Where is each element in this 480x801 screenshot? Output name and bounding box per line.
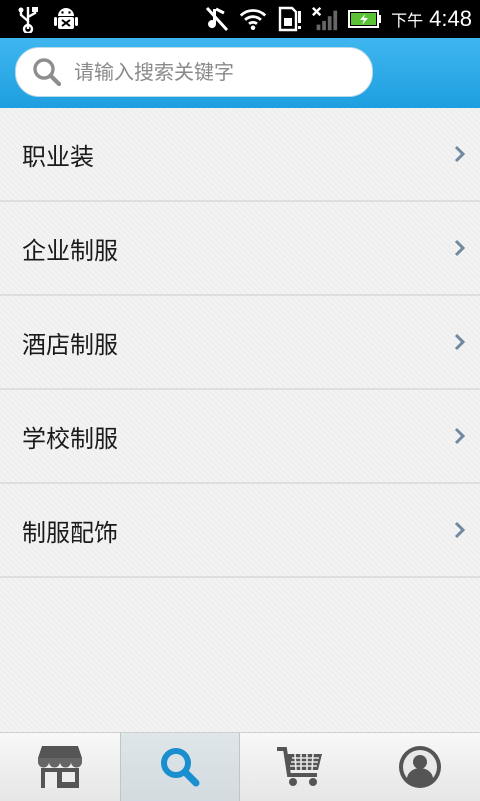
clock-time: 4:48: [429, 6, 472, 31]
battery-charging-icon: [347, 4, 383, 34]
tab-account[interactable]: [360, 733, 480, 801]
header-bar: [0, 38, 480, 108]
chevron-right-icon: [454, 145, 466, 163]
signal-icon: [311, 4, 339, 34]
tab-store[interactable]: [0, 733, 120, 801]
category-item[interactable]: 制服配饰: [0, 484, 480, 578]
category-item[interactable]: 酒店制服: [0, 296, 480, 390]
category-label: 制服配饰: [22, 518, 118, 547]
category-item[interactable]: 学校制服: [0, 390, 480, 484]
status-bar: 下午 4:48: [0, 0, 480, 38]
chevron-right-icon: [454, 427, 466, 445]
category-label: 酒店制服: [22, 330, 118, 359]
category-label: 企业制服: [22, 236, 118, 265]
user-icon: [399, 746, 441, 788]
clock: 下午 4:48: [391, 6, 472, 32]
search-icon: [161, 748, 200, 787]
search-icon: [33, 58, 62, 87]
category-label: 学校制服: [22, 424, 118, 453]
sim-card-icon: [275, 4, 303, 34]
category-item[interactable]: 企业制服: [0, 202, 480, 296]
chevron-right-icon: [454, 333, 466, 351]
wifi-icon: [239, 4, 267, 34]
chevron-right-icon: [454, 521, 466, 539]
usb-icon: [14, 4, 42, 34]
clock-ampm: 下午: [391, 13, 424, 30]
store-icon: [38, 746, 82, 788]
chevron-right-icon: [454, 239, 466, 257]
android-debug-icon: [52, 4, 80, 34]
category-list: 职业装 企业制服 酒店制服 学校制服 制服配饰: [0, 108, 480, 732]
search-input[interactable]: [72, 59, 346, 85]
category-item[interactable]: 职业装: [0, 108, 480, 202]
bottom-tab-bar: [0, 732, 480, 801]
cart-icon: [277, 747, 322, 786]
tab-cart[interactable]: [240, 733, 360, 801]
tab-search[interactable]: [120, 733, 240, 801]
category-label: 职业装: [22, 142, 94, 171]
search-box[interactable]: [15, 47, 373, 97]
music-muted-icon: [203, 4, 231, 34]
